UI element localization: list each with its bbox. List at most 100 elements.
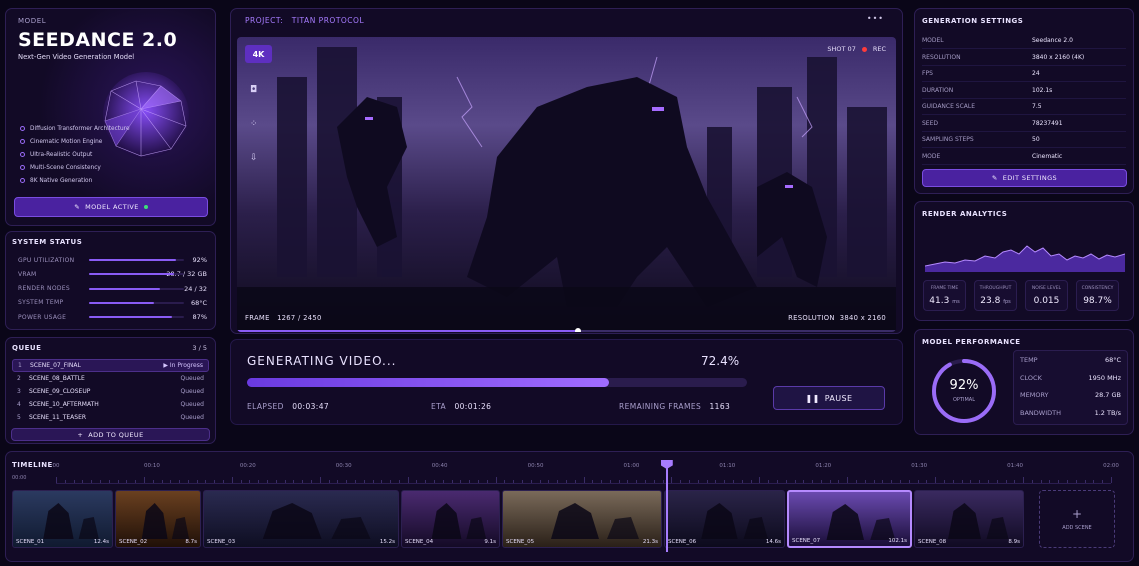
timeline-tick — [346, 480, 348, 483]
timeline-clip[interactable]: SCENE_01 12.4s — [12, 490, 113, 548]
queue-item[interactable]: 5 SCENE_11_TEASER Queued — [12, 411, 209, 424]
queue-item[interactable]: 2 SCENE_08_BATTLE Queued — [12, 372, 209, 385]
timeline-tick — [680, 480, 682, 483]
timeline-tick — [697, 480, 699, 483]
timeline-tick — [381, 480, 383, 483]
timeline-tick — [645, 480, 647, 483]
timeline-clip[interactable]: SCENE_07 102.1s — [787, 490, 912, 548]
scrub-handle[interactable] — [574, 328, 581, 332]
status-row: POWER USAGE 87% — [6, 312, 215, 322]
timeline-tick — [398, 480, 400, 483]
status-bar-fill — [89, 287, 161, 290]
camera-icon[interactable]: ◘ — [250, 85, 257, 95]
timeline-playhead[interactable] — [660, 460, 673, 552]
clip-duration: 8.9s — [1008, 539, 1020, 545]
download-icon[interactable]: ⇩ — [250, 153, 258, 163]
timeline-tick — [328, 480, 330, 483]
pause-button[interactable]: ❚❚ PAUSE — [773, 386, 885, 410]
timeline-tick — [434, 480, 436, 483]
timeline-tick — [565, 480, 567, 483]
feature-item: Diffusion Transformer Architecture — [20, 122, 130, 135]
timeline-tick — [768, 480, 770, 483]
status-value: 68°C — [190, 298, 207, 307]
battle-scene-image — [237, 47, 896, 332]
analytics-stat: CONSISTENCY 98.7% — [1076, 280, 1119, 311]
status-label: VRAM — [18, 270, 37, 278]
scrub-bar[interactable] — [237, 328, 896, 332]
queue-item[interactable]: 3 SCENE_09_CLOSEUP Queued — [12, 385, 209, 398]
timeline-tick — [618, 480, 620, 483]
timeline-clip[interactable]: SCENE_05 21.3s — [502, 490, 662, 548]
add-scene-tile[interactable]: + ADD SCENE — [1039, 490, 1115, 548]
timeline-clip[interactable]: SCENE_02 8.7s — [115, 490, 201, 548]
timeline-tick — [873, 480, 875, 483]
timeline-tick — [1111, 477, 1112, 483]
status-bar-fill — [89, 301, 154, 304]
feature-icon — [20, 139, 25, 144]
pencil-icon: ✎ — [991, 174, 998, 182]
timeline-tick — [961, 480, 963, 483]
pause-icon: ❚❚ — [805, 393, 820, 403]
resolution-badge[interactable]: 4K — [245, 45, 272, 63]
timeline-tick — [574, 480, 576, 483]
queue-item[interactable]: 1 SCENE_07_FINAL ▶ In Progress — [12, 359, 209, 372]
analytics-area-chart — [925, 245, 1125, 272]
clip-duration: 15.2s — [379, 539, 395, 545]
queue-title: QUEUE — [12, 344, 42, 352]
queue-count: 3 / 5 — [192, 344, 207, 352]
setting-row: GUIDANCE SCALE 7.5 — [922, 99, 1126, 115]
add-to-queue-button[interactable]: + ADD TO QUEUE — [11, 428, 210, 441]
grid-icon[interactable]: ⁘ — [250, 119, 258, 129]
timeline-tick — [363, 480, 365, 483]
timeline-tick — [231, 477, 233, 483]
timeline-tick — [636, 480, 638, 483]
timeline-tick — [117, 480, 119, 483]
timeline-clip[interactable]: SCENE_03 15.2s — [203, 490, 399, 548]
timeline-tick — [302, 480, 304, 483]
status-bar — [89, 273, 184, 276]
timeline-tick — [979, 480, 981, 483]
timeline-clip[interactable]: SCENE_08 8.9s — [914, 490, 1024, 548]
queue-status: Queued — [180, 388, 204, 395]
elapsed-readout: ELAPSED 00:03:47 — [247, 402, 330, 411]
timeline-tick — [592, 480, 594, 483]
timeline-tick — [794, 480, 796, 483]
timeline-ruler[interactable]: 00 00:10 00:20 00:30 00:40 00:50 01:00 01:10 01:… — [52, 460, 1119, 484]
timeline-tick — [926, 480, 928, 483]
clip-duration: 21.3s — [642, 539, 658, 545]
edit-settings-button[interactable]: ✎ EDIT SETTINGS — [922, 169, 1127, 187]
model-active-button[interactable]: ✎ MODEL ACTIVE — [14, 197, 208, 217]
timeline-tick-label: 00:40 — [431, 463, 448, 469]
timeline-tick — [275, 480, 277, 483]
timeline-panel: TIMELINE 00:00 00 00:10 00:20 00:30 00:40 00:… — [5, 451, 1134, 562]
timeline-tick — [152, 480, 154, 483]
status-label: SYSTEM TEMP — [18, 299, 64, 307]
model-tagline: Next-Gen Video Generation Model — [18, 53, 135, 61]
feature-list: Diffusion Transformer Architecture Cinem… — [20, 122, 130, 187]
timeline-tick — [161, 480, 163, 483]
timeline-tick-label: 00 — [52, 463, 60, 469]
timeline-tick — [372, 480, 374, 483]
timeline-clip[interactable]: SCENE_06 14.6s — [664, 490, 785, 548]
gauge-value: 92% — [949, 378, 979, 393]
status-bar-fill — [89, 316, 172, 319]
timeline-tick — [478, 480, 479, 483]
timeline-tick — [750, 480, 752, 483]
timeline-tick — [891, 480, 893, 483]
timeline-tick — [1102, 480, 1104, 483]
timeline-tick — [82, 480, 84, 483]
queue-item[interactable]: 4 SCENE_10_AFTERMATH Queued — [12, 398, 209, 411]
timeline-clip[interactable]: SCENE_04 9.1s — [401, 490, 500, 548]
timeline-tick — [838, 480, 840, 483]
timeline-tick — [1093, 480, 1095, 483]
setting-row: SAMPLING STEPS 50 — [922, 132, 1126, 148]
timeline-tick — [513, 480, 515, 483]
timeline-tick — [627, 480, 629, 483]
more-options-icon[interactable]: ••• — [867, 14, 884, 23]
timeline-tick-label: 00:10 — [143, 463, 160, 469]
feature-icon — [20, 165, 25, 170]
status-row: SYSTEM TEMP 68°C — [6, 298, 215, 308]
clip-duration: 14.6s — [765, 539, 781, 545]
timeline-tick — [442, 480, 444, 483]
model-eyebrow: MODEL — [18, 17, 47, 25]
